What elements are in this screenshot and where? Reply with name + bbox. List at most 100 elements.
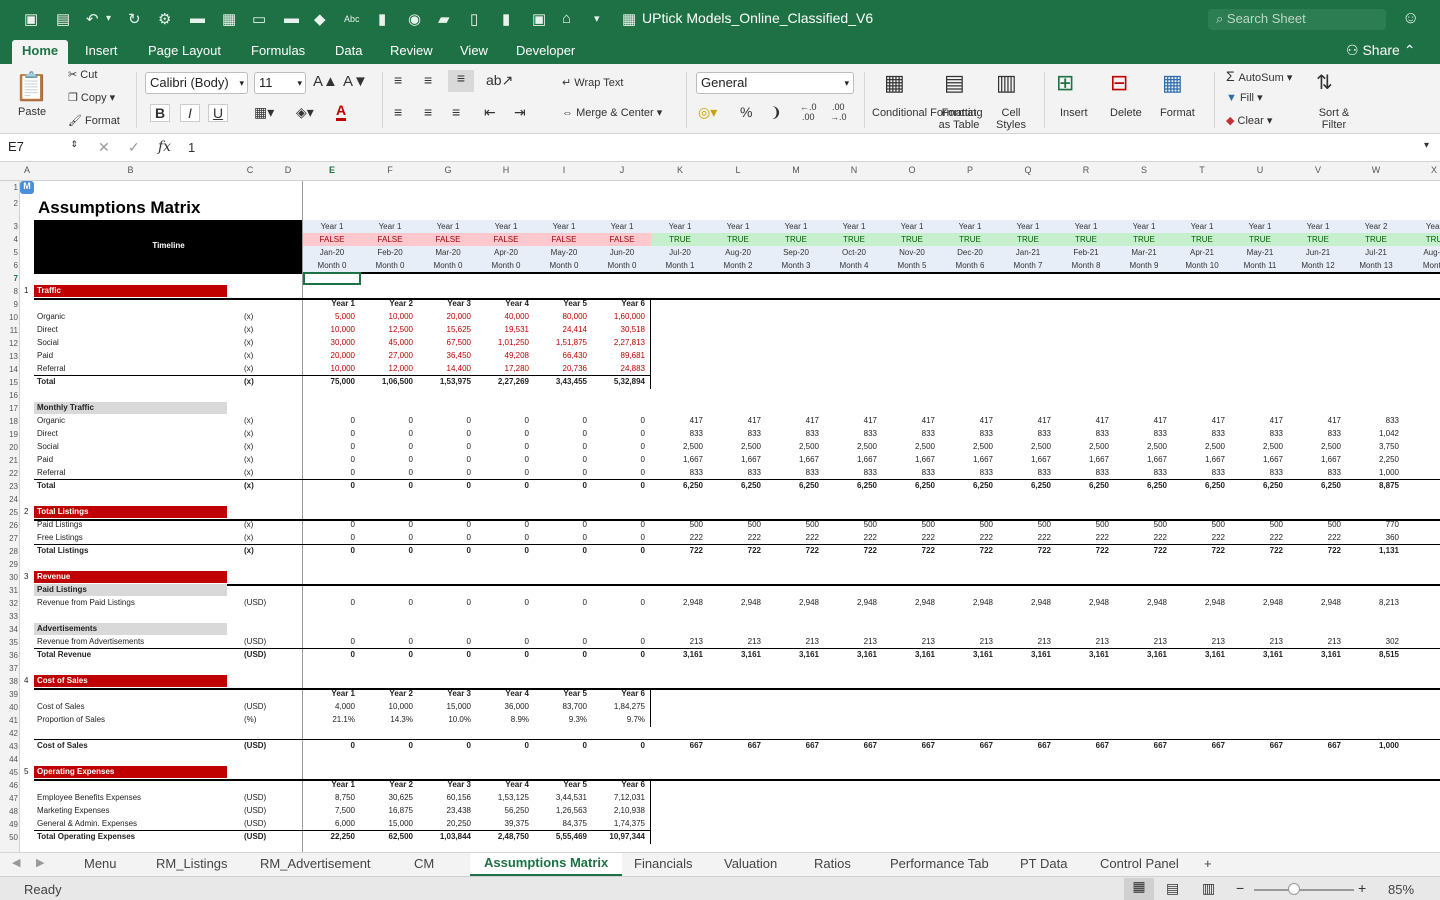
data-cell[interactable]: 213 <box>767 637 819 647</box>
page-layout-view-icon[interactable]: ▤ <box>1166 880 1179 897</box>
data-cell[interactable]: 213 <box>1231 637 1283 647</box>
data-cell[interactable]: 6,250 <box>999 481 1051 491</box>
data-cell[interactable]: 1,667 <box>1289 455 1341 465</box>
row-unit[interactable]: (x) <box>244 364 253 374</box>
timeline-cell[interactable]: TRUE <box>1289 233 1347 246</box>
timeline-cell[interactable]: FALSE <box>535 233 593 246</box>
timeline-cell[interactable]: TRUE <box>709 233 767 246</box>
paste-icon[interactable]: 📋 <box>14 70 49 103</box>
data-cell[interactable]: 833 <box>1289 468 1341 478</box>
column-header-r[interactable]: R <box>1057 165 1115 175</box>
data-cell[interactable]: 6,250 <box>767 481 819 491</box>
row-header[interactable]: 8 <box>0 287 18 296</box>
data-cell[interactable]: 833 <box>767 429 819 439</box>
sheet-tab-rm-listings[interactable]: RM_Listings <box>156 856 228 871</box>
orientation-icon[interactable]: ab↗ <box>486 72 513 89</box>
font-size-select[interactable]: 11 ▾ <box>254 72 306 94</box>
row-unit[interactable]: (x) <box>244 520 253 530</box>
data-cell[interactable]: 0 <box>535 455 587 465</box>
column-header-s[interactable]: S <box>1115 165 1173 175</box>
home-icon[interactable]: ⌂ <box>562 10 571 27</box>
row-label[interactable]: Cost of Sales <box>37 741 88 751</box>
paste-label[interactable]: Paste <box>18 106 46 118</box>
data-cell[interactable]: 833 <box>1347 416 1399 426</box>
delete-cells-icon[interactable]: ⊟ <box>1110 70 1128 96</box>
data-cell[interactable]: 222 <box>1057 533 1109 543</box>
data-cell[interactable]: 0 <box>477 520 529 530</box>
data-cell[interactable]: 2,500 <box>1289 442 1341 452</box>
data-cell[interactable]: 6,250 <box>651 481 703 491</box>
row-label[interactable]: Employee Benefits Expenses <box>37 793 141 803</box>
timeline-cell[interactable]: Month 11 <box>1231 259 1289 272</box>
row-header[interactable]: 26 <box>0 521 18 530</box>
row-header[interactable]: 44 <box>0 755 18 764</box>
data-cell[interactable]: 3,161 <box>1057 650 1109 660</box>
row-header[interactable]: 6 <box>0 261 18 270</box>
data-cell[interactable]: 0 <box>419 429 471 439</box>
timeline-cell[interactable]: TRUE <box>1173 233 1231 246</box>
macro-icon[interactable]: ⚙ <box>158 10 171 28</box>
data-cell[interactable]: 0 <box>419 598 471 608</box>
timeline-cell[interactable]: Month 8 <box>1057 259 1115 272</box>
row-header[interactable]: 43 <box>0 742 18 751</box>
data-cell[interactable]: 213 <box>883 637 935 647</box>
timeline-cell[interactable]: FALSE <box>477 233 535 246</box>
column-header-k[interactable]: K <box>651 165 709 175</box>
data-cell[interactable]: 833 <box>883 468 935 478</box>
sheet-tab-menu[interactable]: Menu <box>84 856 117 871</box>
data-cell[interactable]: 213 <box>1173 637 1225 647</box>
data-cell[interactable]: 0 <box>535 533 587 543</box>
data-cell[interactable]: 0 <box>419 442 471 452</box>
data-cell[interactable]: 360 <box>1347 533 1399 543</box>
timeline-cell[interactable]: FALSE <box>419 233 477 246</box>
timeline-cell[interactable]: Mar-21 <box>1115 246 1173 259</box>
timeline-cell[interactable]: Year 1 <box>767 220 825 233</box>
row-label[interactable]: Total <box>37 377 56 387</box>
row-unit[interactable]: (x) <box>244 312 253 322</box>
sheet-tab-valuation[interactable]: Valuation <box>724 856 777 871</box>
selected-cell-e7[interactable] <box>303 272 361 285</box>
toolbar-icon-3[interactable]: ▭ <box>252 10 266 28</box>
data-cell[interactable]: 6,250 <box>1173 481 1225 491</box>
bold-button[interactable]: B <box>150 104 170 122</box>
timeline-cell[interactable]: Month 1 <box>651 259 709 272</box>
tab-view[interactable]: View <box>460 43 488 58</box>
data-cell[interactable]: 0 <box>477 429 529 439</box>
column-header-u[interactable]: U <box>1231 165 1289 175</box>
data-cell[interactable]: 0 <box>419 520 471 530</box>
increase-indent-icon[interactable]: ⇥ <box>514 104 526 121</box>
data-cell[interactable]: 0 <box>593 455 645 465</box>
data-cell[interactable]: 0 <box>303 520 355 530</box>
row-unit[interactable]: (x) <box>244 546 254 556</box>
row-header[interactable]: 10 <box>0 313 18 322</box>
data-cell[interactable]: 3,161 <box>941 650 993 660</box>
row-header[interactable]: 50 <box>0 833 18 842</box>
row-header[interactable]: 23 <box>0 482 18 491</box>
data-cell[interactable]: 417 <box>1115 416 1167 426</box>
expand-formula-icon[interactable]: ▾ <box>1424 140 1429 151</box>
zoom-in-icon[interactable]: + <box>1358 880 1366 896</box>
data-cell[interactable]: 3,161 <box>767 650 819 660</box>
row-header[interactable]: 48 <box>0 807 18 816</box>
timeline-cell[interactable]: Year 1 <box>941 220 999 233</box>
data-cell[interactable]: 0 <box>361 598 413 608</box>
data-cell[interactable]: 833 <box>1115 429 1167 439</box>
data-cell[interactable]: 833 <box>1057 468 1109 478</box>
data-cell[interactable]: 0 <box>593 741 645 751</box>
data-cell[interactable]: 3,161 <box>709 650 761 660</box>
row-label[interactable]: Paid Listings <box>37 520 82 530</box>
column-header-t[interactable]: T <box>1173 165 1231 175</box>
toolbar-icon-10[interactable]: ▯ <box>470 10 478 28</box>
timeline-cell[interactable]: Month 0 <box>593 259 651 272</box>
row-header[interactable]: 33 <box>0 612 18 621</box>
copy-button[interactable]: ❐ Copy ▾ <box>68 91 115 104</box>
data-cell[interactable]: 6,250 <box>709 481 761 491</box>
data-cell[interactable]: 8,875 <box>1347 481 1399 491</box>
timeline-cell[interactable]: May-20 <box>535 246 593 259</box>
data-cell[interactable]: 3,161 <box>651 650 703 660</box>
timeline-cell[interactable]: Jul-21 <box>1347 246 1405 259</box>
row-header[interactable]: 31 <box>0 586 18 595</box>
row-header[interactable]: 40 <box>0 703 18 712</box>
data-cell[interactable]: 833 <box>1173 429 1225 439</box>
data-cell[interactable]: 833 <box>1231 429 1283 439</box>
